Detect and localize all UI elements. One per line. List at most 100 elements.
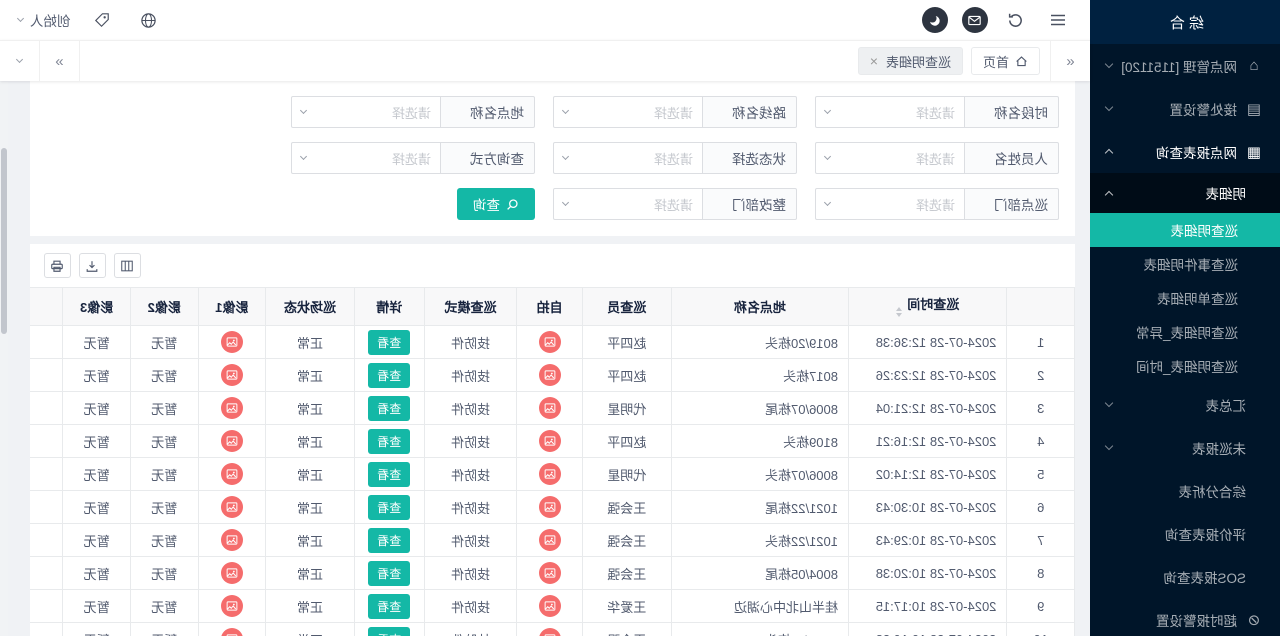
cell-index: 7 xyxy=(1007,524,1075,557)
tab-options-button[interactable] xyxy=(0,41,40,81)
image-thumbnail-icon[interactable] xyxy=(539,529,561,551)
sidebar-item-label: 巡查明细表_时间 xyxy=(1136,356,1238,376)
image-thumbnail-icon[interactable] xyxy=(221,463,243,485)
cell-img1 xyxy=(198,392,266,425)
image-thumbnail-icon[interactable] xyxy=(539,562,561,584)
view-button[interactable]: 查看 xyxy=(368,330,410,355)
image-thumbnail-icon[interactable] xyxy=(539,628,561,636)
image-thumbnail-icon[interactable] xyxy=(539,364,561,386)
sidebar-item[interactable]: 评价报表查询 xyxy=(1090,512,1280,555)
tab-label: 巡查明细表 xyxy=(886,52,951,71)
select-input[interactable]: 请选择 xyxy=(553,188,703,220)
main-area: 创始人 « 首页 巡查明细表 × » xyxy=(0,0,1090,636)
scrollbar-thumb[interactable] xyxy=(1,148,7,334)
table-row: 82024-07-28 10:20:388004/05栋尾王会强技防件查看正常暂… xyxy=(30,557,1075,590)
sidebar-item[interactable]: SOS报表查询 xyxy=(1090,555,1280,598)
theme-moon-icon[interactable] xyxy=(922,7,948,33)
image-thumbnail-icon[interactable] xyxy=(221,628,243,636)
sidebar-item[interactable]: 综合分析表 xyxy=(1090,469,1280,512)
cell-img3: 暂无 xyxy=(63,425,131,458)
view-button[interactable]: 查看 xyxy=(368,528,410,553)
open-tabs: 首页 巡查明细表 × xyxy=(858,47,1050,75)
view-button[interactable]: 查看 xyxy=(368,396,410,421)
menu-toggle-icon[interactable] xyxy=(1044,6,1072,34)
image-thumbnail-icon[interactable] xyxy=(539,397,561,419)
sidebar-item[interactable]: 未巡报表 xyxy=(1090,426,1280,469)
image-thumbnail-icon[interactable] xyxy=(221,496,243,518)
select-input[interactable]: 请选择 xyxy=(553,96,703,128)
cell-mode: 技防件 xyxy=(424,524,517,557)
sort-icon[interactable] xyxy=(896,304,902,320)
cell-status: 正常 xyxy=(266,359,355,392)
select-input[interactable]: 请选择 xyxy=(815,142,965,174)
view-button[interactable]: 查看 xyxy=(368,627,410,636)
search-button[interactable]: 查询 xyxy=(457,188,535,220)
select-input[interactable]: 请选择 xyxy=(291,142,441,174)
cell-time: 2024-07-28 12:21:04 xyxy=(849,392,1007,425)
cell-inspector: 王会强 xyxy=(582,623,671,636)
sidebar-item[interactable]: 巡查明细表 xyxy=(1090,213,1280,247)
cell-time: 2024-07-28 12:16:21 xyxy=(849,425,1007,458)
select-placeholder: 请选择 xyxy=(392,149,431,168)
query-field: 查询方式请选择 xyxy=(291,142,535,174)
image-thumbnail-icon[interactable] xyxy=(221,397,243,419)
export-icon[interactable] xyxy=(79,253,106,278)
sidebar-item[interactable]: 巡查明细表_时间 xyxy=(1090,349,1280,383)
sidebar-item-label: 网点报表查询 xyxy=(1156,142,1237,162)
view-button[interactable]: 查看 xyxy=(368,561,410,586)
image-thumbnail-icon[interactable] xyxy=(221,331,243,353)
image-thumbnail-icon[interactable] xyxy=(539,331,561,353)
refresh-icon[interactable] xyxy=(1002,6,1030,34)
sidebar-item[interactable]: ▦ 网点报表查询 xyxy=(1090,130,1280,173)
grid-icon: ▦ xyxy=(1246,143,1262,161)
view-button[interactable]: 查看 xyxy=(368,594,410,619)
app-logo: 综合 xyxy=(1090,0,1280,44)
collapse-tabs-button[interactable]: « xyxy=(1050,41,1090,81)
messages-icon[interactable] xyxy=(962,7,988,33)
image-thumbnail-icon[interactable] xyxy=(221,595,243,617)
user-menu[interactable]: 创始人 xyxy=(18,10,71,30)
sidebar-item[interactable]: ▤接处警设置 xyxy=(1090,87,1280,130)
cell-detail: 查看 xyxy=(354,326,424,359)
sidebar-item[interactable]: ⊘超时报警设置 xyxy=(1090,598,1280,636)
tab-patrol-detail[interactable]: 巡查明细表 × xyxy=(858,47,963,75)
cell-inspector: 赵四平 xyxy=(582,425,671,458)
tag-icon[interactable] xyxy=(89,6,117,34)
select-placeholder: 请选择 xyxy=(916,149,955,168)
sidebar-item[interactable]: ⌂网点管理 [1151120] xyxy=(1090,44,1280,87)
image-thumbnail-icon[interactable] xyxy=(539,496,561,518)
sidebar-item[interactable]: 明细表 xyxy=(1090,173,1280,213)
sidebar-item[interactable]: 巡查单明细表 xyxy=(1090,281,1280,315)
close-icon[interactable]: × xyxy=(870,54,878,68)
select-input[interactable]: 请选择 xyxy=(553,142,703,174)
scroll-tabs-button[interactable]: » xyxy=(40,41,80,81)
image-thumbnail-icon[interactable] xyxy=(539,595,561,617)
image-thumbnail-icon[interactable] xyxy=(539,430,561,452)
select-input[interactable]: 请选择 xyxy=(291,96,441,128)
tab-home[interactable]: 首页 xyxy=(971,47,1040,75)
view-button[interactable]: 查看 xyxy=(368,495,410,520)
sidebar-item[interactable]: 汇总表 xyxy=(1090,383,1280,426)
table-row: 32024-07-28 12:21:048006/07栋尾代明星技防件查看正常暂… xyxy=(30,392,1075,425)
image-thumbnail-icon[interactable] xyxy=(221,364,243,386)
scrollbar[interactable] xyxy=(0,82,8,636)
image-thumbnail-icon[interactable] xyxy=(221,562,243,584)
column-header-inspector: 巡查员 xyxy=(582,288,671,326)
sidebar-item[interactable]: 巡查明细表_异常 xyxy=(1090,315,1280,349)
column-header-time[interactable]: 巡查时间 xyxy=(849,288,1007,326)
cell-location: 8004/05栋头 xyxy=(671,623,848,636)
image-thumbnail-icon[interactable] xyxy=(221,430,243,452)
view-button[interactable]: 查看 xyxy=(368,462,410,487)
language-globe-icon[interactable] xyxy=(135,6,163,34)
image-thumbnail-icon[interactable] xyxy=(539,463,561,485)
select-input[interactable]: 请选择 xyxy=(815,96,965,128)
cell-location: 8019/20栋头 xyxy=(671,326,848,359)
image-thumbnail-icon[interactable] xyxy=(221,529,243,551)
view-button[interactable]: 查看 xyxy=(368,363,410,388)
column-settings-icon[interactable] xyxy=(114,253,141,278)
select-input[interactable]: 请选择 xyxy=(815,188,965,220)
view-button[interactable]: 查看 xyxy=(368,429,410,454)
print-icon[interactable] xyxy=(44,253,71,278)
chevron-down-icon xyxy=(1105,60,1113,68)
sidebar-item[interactable]: 巡查事件明细表 xyxy=(1090,247,1280,281)
